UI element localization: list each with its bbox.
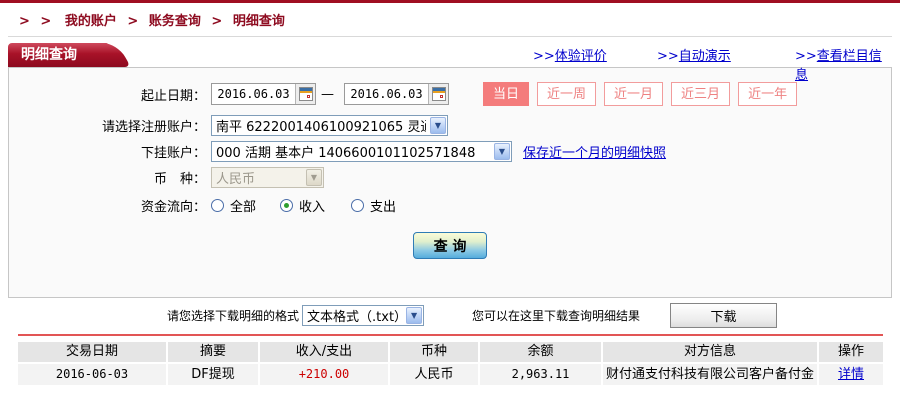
date-separator: — (321, 87, 334, 102)
radio-all[interactable] (211, 199, 224, 212)
chevron-down-icon: ▼ (430, 117, 446, 134)
currency-row: 币 种： 人民币 ▼ (9, 167, 891, 188)
top-accent-line (0, 0, 900, 3)
detail-link[interactable]: 详情 (838, 367, 864, 382)
radio-expense-label[interactable]: 支出 (370, 196, 396, 215)
cell-currency: 人民币 (390, 364, 478, 385)
date-from-input[interactable]: 2016.06.03 (211, 83, 316, 105)
registered-account-select[interactable]: 南平 6222001406100921065 灵通卡 ▼ (211, 115, 448, 136)
tab-label: 明细查询 (21, 47, 77, 63)
query-button[interactable]: 查 询 (413, 232, 487, 259)
tab-detail-query[interactable]: 明细查询 (8, 43, 108, 67)
download-row: 请您选择下载明细的格式 文本格式（.txt） ▼ 您可以在这里下载查询明细结果 … (0, 303, 900, 328)
breadcrumb-item-account-query[interactable]: 账务查询 (149, 14, 201, 29)
calendar-icon (432, 87, 446, 101)
chevron-down-icon: ▼ (494, 143, 510, 160)
currency-label: 币 种： (9, 168, 206, 187)
date-range-label: 起止日期： (9, 85, 206, 104)
breadcrumb-separator: > (127, 14, 138, 29)
chevron-down-icon: ▼ (406, 307, 422, 324)
table-header-row: 交易日期 摘要 收入/支出 币种 余额 对方信息 操作 (18, 342, 883, 362)
table-top-divider (18, 334, 883, 336)
chevron-down-icon: ▼ (306, 169, 322, 186)
quick-range-today-button[interactable]: 当日 (483, 82, 529, 106)
header-balance: 余额 (480, 342, 601, 362)
calendar-icon (299, 87, 313, 101)
header-action: 操作 (819, 342, 883, 362)
currency-value: 人民币 (216, 168, 302, 187)
page: > > 我的账户 > 账务查询 > 明细查询 明细查询 >>体验评价 >>自动演… (0, 0, 900, 407)
save-snapshot-link[interactable]: 保存近一个月的明细快照 (523, 142, 666, 161)
cell-amount: +210.00 (260, 364, 388, 385)
link-auto-demo[interactable]: >>自动演示 (657, 45, 731, 64)
breadcrumb-prefix: > > (19, 14, 54, 29)
link-label: 自动演示 (679, 49, 731, 64)
cell-summary: DF提现 (168, 364, 258, 385)
tab-tail-decoration (87, 43, 131, 67)
cell-action: 详情 (819, 364, 883, 385)
date-to-value: 2016.06.03 (345, 87, 428, 101)
table-row: 2016-06-03 DF提现 +210.00 人民币 2,963.11 财付通… (18, 364, 883, 385)
header-summary: 摘要 (168, 342, 258, 362)
radio-income-label[interactable]: 收入 (299, 196, 325, 215)
breadcrumb-item-detail-query[interactable]: 明细查询 (233, 14, 285, 29)
date-to-input[interactable]: 2016.06.03 (344, 83, 449, 105)
flow-direction-label: 资金流向： (9, 196, 206, 215)
link-prefix: >> (657, 49, 679, 64)
quick-range-month-button[interactable]: 近一月 (604, 82, 663, 106)
breadcrumb-item-my-account[interactable]: 我的账户 (65, 14, 117, 29)
flow-direction-options: 全部 收入 支出 (211, 196, 396, 215)
quick-range-3months-button[interactable]: 近三月 (671, 82, 730, 106)
download-format-label: 请您选择下载明细的格式 (167, 307, 299, 324)
link-label: 体验评价 (555, 49, 607, 64)
date-from-value: 2016.06.03 (212, 87, 295, 101)
header-counterparty: 对方信息 (603, 342, 817, 362)
radio-all-label[interactable]: 全部 (230, 196, 256, 215)
quick-range-year-button[interactable]: 近一年 (738, 82, 797, 106)
cell-date: 2016-06-03 (18, 364, 166, 385)
sub-account-row: 下挂账户： 000 活期 基本户 1406600101102571848 ▼ 保… (9, 141, 891, 162)
query-form: 起止日期： 2016.06.03 — 2016.06.03 当日 近一周 近一月… (8, 67, 892, 298)
radio-income[interactable] (280, 199, 293, 212)
breadcrumb: > > 我的账户 > 账务查询 > 明细查询 (19, 10, 900, 29)
sub-account-select[interactable]: 000 活期 基本户 1406600101102571848 ▼ (211, 141, 512, 162)
link-view-column-info[interactable]: >>查看栏目信息 (795, 45, 892, 83)
currency-select: 人民币 ▼ (211, 167, 324, 188)
sub-account-value: 000 活期 基本户 1406600101102571848 (216, 142, 490, 161)
download-format-value: 文本格式（.txt） (307, 306, 402, 325)
section-header: 明细查询 >>体验评价 >>自动演示 >>查看栏目信息 (8, 37, 892, 67)
header-currency: 币种 (390, 342, 478, 362)
flow-direction-row: 资金流向： 全部 收入 支出 (9, 196, 891, 215)
radio-expense[interactable] (351, 199, 364, 212)
link-experience-rating[interactable]: >>体验评价 (533, 45, 607, 64)
download-format-select[interactable]: 文本格式（.txt） ▼ (302, 305, 424, 326)
cell-balance: 2,963.11 (480, 364, 601, 385)
download-hint: 您可以在这里下载查询明细结果 (472, 307, 640, 324)
date-range-row: 起止日期： 2016.06.03 — 2016.06.03 当日 近一周 近一月… (9, 82, 891, 106)
registered-account-value: 南平 6222001406100921065 灵通卡 (216, 116, 426, 135)
breadcrumb-separator: > (211, 14, 222, 29)
link-prefix: >> (795, 49, 817, 64)
header-amount: 收入/支出 (260, 342, 388, 362)
sub-account-label: 下挂账户： (9, 142, 206, 161)
date-from-calendar-button[interactable] (295, 84, 315, 104)
header-date: 交易日期 (18, 342, 166, 362)
quick-range-week-button[interactable]: 近一周 (537, 82, 596, 106)
results-table: 交易日期 摘要 收入/支出 币种 余额 对方信息 操作 2016-06-03 D… (18, 342, 883, 385)
registered-account-row: 请选择注册账户： 南平 6222001406100921065 灵通卡 ▼ (9, 115, 891, 136)
registered-account-label: 请选择注册账户： (9, 116, 206, 135)
link-prefix: >> (533, 49, 555, 64)
date-to-calendar-button[interactable] (428, 84, 448, 104)
download-button[interactable]: 下载 (670, 303, 777, 328)
cell-counterparty: 财付通支付科技有限公司客户备付金 (603, 364, 817, 385)
